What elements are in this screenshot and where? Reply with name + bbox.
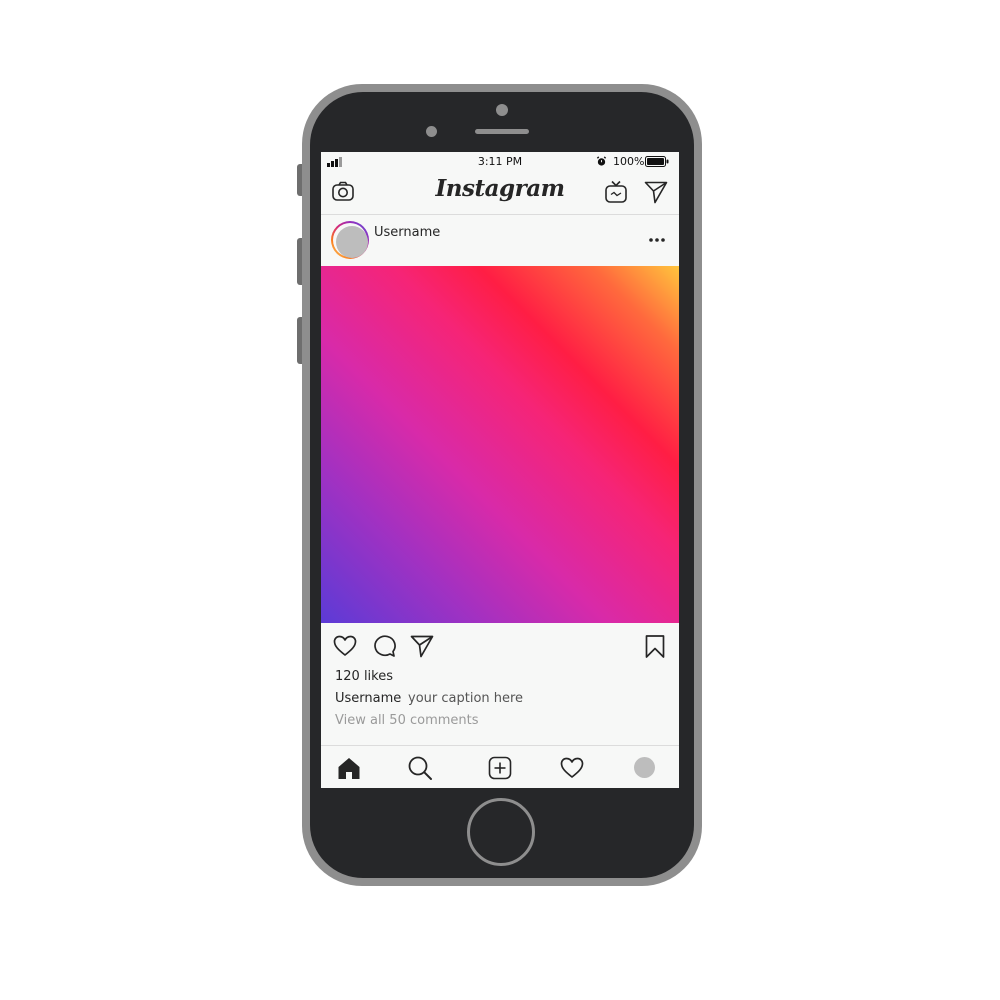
- home-button[interactable]: [467, 798, 535, 866]
- post-username[interactable]: Username: [374, 225, 440, 240]
- alarm-icon: [596, 156, 607, 166]
- more-options-icon[interactable]: [647, 236, 667, 244]
- add-post-icon[interactable]: [487, 755, 513, 781]
- front-sensor: [496, 104, 508, 116]
- igtv-icon[interactable]: [603, 179, 629, 205]
- share-icon[interactable]: [409, 633, 435, 659]
- likes-count[interactable]: 120 likes: [335, 669, 393, 684]
- caption-username[interactable]: Username: [335, 691, 401, 706]
- search-icon[interactable]: [407, 755, 433, 781]
- earpiece-speaker: [475, 129, 529, 134]
- bookmark-icon[interactable]: [642, 633, 668, 659]
- bottom-nav: [321, 745, 679, 788]
- post-image[interactable]: [321, 266, 679, 623]
- post-avatar[interactable]: [331, 221, 369, 259]
- caption-text: your caption here: [408, 691, 524, 706]
- view-comments-link[interactable]: View all 50 comments: [335, 713, 479, 728]
- phone-screen: 3:11 PM 100% Instagram Username 120 like…: [321, 152, 679, 788]
- app-header: Instagram: [321, 172, 679, 215]
- comment-icon[interactable]: [371, 633, 397, 659]
- battery-percent: 100%: [613, 155, 645, 168]
- heart-icon[interactable]: [332, 633, 358, 659]
- front-camera: [426, 126, 437, 137]
- status-bar: 3:11 PM 100%: [321, 152, 679, 172]
- avatar: [336, 226, 368, 258]
- post-header: [321, 215, 679, 267]
- activity-heart-icon[interactable]: [559, 755, 585, 781]
- home-icon[interactable]: [336, 755, 362, 781]
- stage: 3:11 PM 100% Instagram Username 120 like…: [0, 0, 1000, 1000]
- battery-icon: [645, 156, 669, 167]
- direct-message-icon[interactable]: [643, 179, 669, 205]
- profile-avatar[interactable]: [634, 757, 655, 778]
